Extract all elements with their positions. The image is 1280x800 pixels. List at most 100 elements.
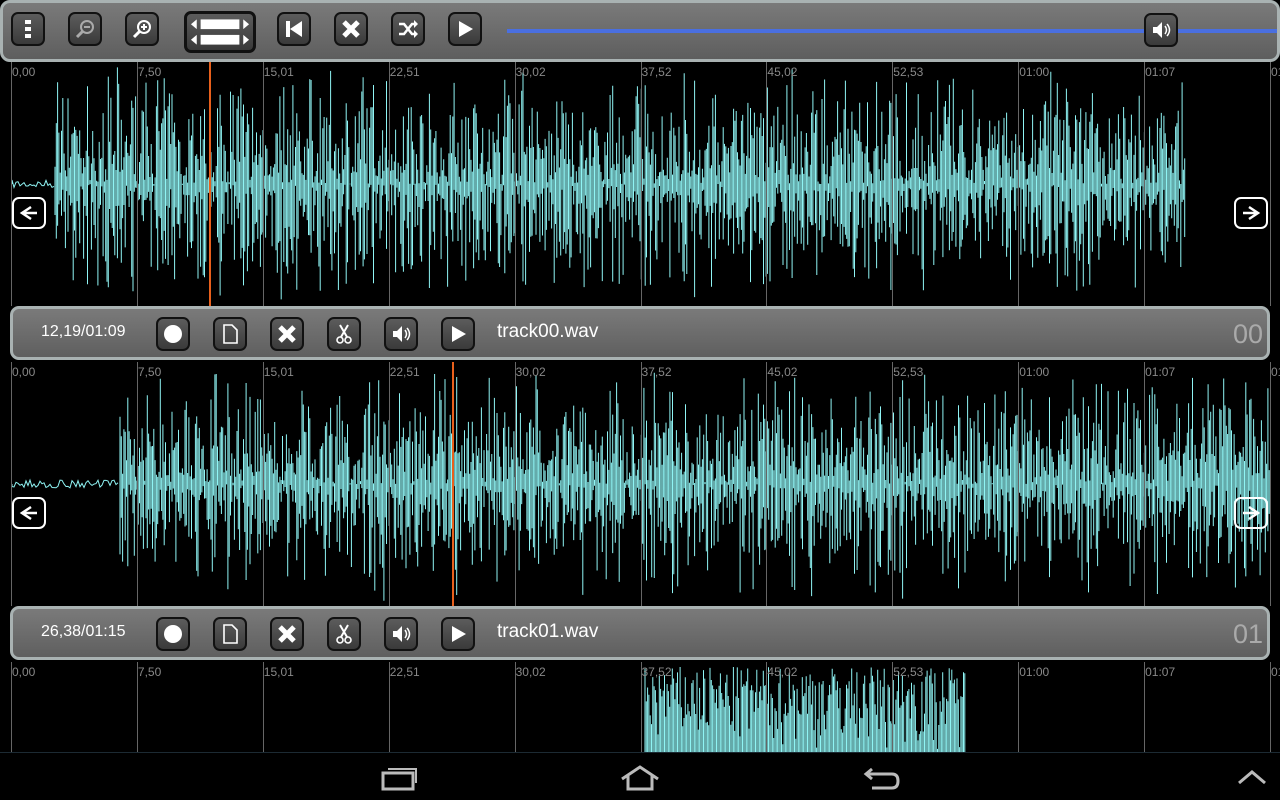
timeline-label: 37,52: [641, 665, 672, 679]
timeline-tick: [388, 62, 390, 306]
timeline-tick: [640, 62, 642, 306]
record-icon: [164, 325, 182, 343]
track-number: 01: [1232, 619, 1263, 649]
back-icon[interactable]: [862, 763, 902, 793]
timeline-tick: [11, 362, 12, 606]
skip-to-start-button[interactable]: [277, 12, 311, 46]
playhead-cursor[interactable]: [451, 362, 454, 606]
timeline-tick: [11, 62, 12, 306]
track-volume-button[interactable]: [384, 317, 418, 351]
timeline-label: 30,02: [515, 65, 546, 79]
timeline-label: 01: [1271, 665, 1280, 679]
arrow-right-icon: [1243, 205, 1261, 221]
arrow-right-icon: [1243, 505, 1261, 521]
cut-button[interactable]: [327, 617, 361, 651]
delete-track-button[interactable]: [270, 617, 304, 651]
play-icon: [452, 626, 466, 642]
track-number: 00: [1232, 319, 1263, 349]
play-icon: [452, 326, 466, 342]
scissors-icon: [336, 624, 352, 644]
close-button[interactable]: [334, 12, 368, 46]
record-icon: [164, 625, 182, 643]
timeline-label: 52,53: [893, 665, 924, 679]
zoom-out-button[interactable]: [68, 12, 102, 46]
speaker-icon: [393, 626, 411, 642]
waveform-path: [644, 667, 966, 752]
zoom-out-icon: [75, 20, 94, 39]
timeline-tick: [766, 62, 768, 306]
timeline-label: 45,02: [767, 665, 798, 679]
record-button[interactable]: [156, 317, 190, 351]
fit-tracks-button[interactable]: [184, 11, 256, 53]
track-01-waveform[interactable]: 0,00 7,50 15,01 22,51 30,02 37,52 45,02 52,53 01…: [0, 362, 1280, 606]
home-icon[interactable]: [618, 763, 662, 793]
timeline-label: 52,53: [893, 65, 924, 79]
play-icon: [459, 21, 473, 37]
timeline-label: 45,02: [767, 365, 798, 379]
record-button[interactable]: [156, 617, 190, 651]
speaker-icon: [1153, 22, 1171, 38]
close-icon: [278, 325, 296, 343]
timeline-label: 01:07: [1145, 665, 1176, 679]
menu-button[interactable]: [11, 12, 45, 46]
shuffle-button[interactable]: [391, 12, 425, 46]
timeline-label: 01: [1271, 65, 1280, 79]
scroll-left-button[interactable]: [12, 197, 46, 229]
timeline-label: 37,52: [641, 365, 672, 379]
timeline-label: 01:07: [1145, 365, 1176, 379]
timeline-tick: [1018, 62, 1020, 306]
timeline-label: 0,00: [12, 65, 36, 79]
timeline-tick: [1270, 362, 1271, 606]
timeline-label: 37,52: [641, 65, 672, 79]
timeline-tick: [262, 62, 264, 306]
track-play-button[interactable]: [441, 317, 475, 351]
fit-tracks-icon: [190, 19, 250, 45]
timeline-label: 15,01: [263, 665, 294, 679]
timeline-tick: [892, 362, 894, 606]
timeline-tick: [136, 362, 138, 606]
file-button[interactable]: [213, 317, 247, 351]
track-time: 26,38/01:15: [41, 623, 126, 640]
timeline-label: 0,00: [12, 365, 36, 379]
skip-back-icon: [286, 21, 302, 37]
cut-button[interactable]: [327, 317, 361, 351]
scroll-right-button[interactable]: [1234, 497, 1268, 529]
track-play-button[interactable]: [441, 617, 475, 651]
track-name: track01.wav: [497, 621, 599, 642]
play-all-button[interactable]: [448, 12, 482, 46]
track-00-waveform[interactable]: 0,00 7,50 15,01 22,51 30,02 37,52 45,02 52,53 01…: [0, 62, 1280, 306]
file-button[interactable]: [213, 617, 247, 651]
chevron-up-icon[interactable]: [1236, 767, 1268, 787]
timeline-tick: [766, 362, 768, 606]
main-toolbar: [0, 0, 1280, 62]
timeline-label: 22,51: [389, 365, 420, 379]
delete-track-button[interactable]: [270, 317, 304, 351]
track-volume-button[interactable]: [384, 617, 418, 651]
timeline-tick: [388, 362, 390, 606]
recent-apps-icon[interactable]: [380, 763, 420, 793]
zoom-in-icon: [132, 20, 151, 39]
shuffle-icon: [399, 20, 418, 38]
timeline-label: 0,00: [12, 665, 36, 679]
playhead-cursor[interactable]: [208, 62, 211, 306]
zoom-in-button[interactable]: [125, 12, 159, 46]
waveform-path: [11, 67, 1186, 300]
track-name: track00.wav: [497, 321, 599, 342]
file-icon: [223, 324, 238, 344]
track-01-controls: 26,38/01:15 track01.wav 01: [10, 606, 1270, 660]
timeline-tick: [640, 362, 642, 606]
scroll-right-button[interactable]: [1234, 197, 1268, 229]
timeline-tick: [892, 62, 894, 306]
timeline-label: 01:00: [1019, 65, 1050, 79]
timeline-label: 15,01: [263, 65, 294, 79]
track-02-waveform[interactable]: 0,00 7,50 15,01 22,51 30,02 37,52 45,02 52,53 01…: [0, 662, 1280, 752]
timeline-tick: [1144, 62, 1146, 306]
arrow-left-icon: [19, 505, 37, 521]
timeline-tick: [1018, 362, 1020, 606]
timeline-label: 30,02: [515, 665, 546, 679]
volume-handle[interactable]: [1144, 13, 1178, 47]
timeline-label: 15,01: [263, 365, 294, 379]
scroll-left-button[interactable]: [12, 497, 46, 529]
timeline-tick: [136, 62, 138, 306]
overflow-menu-icon: [25, 20, 31, 38]
